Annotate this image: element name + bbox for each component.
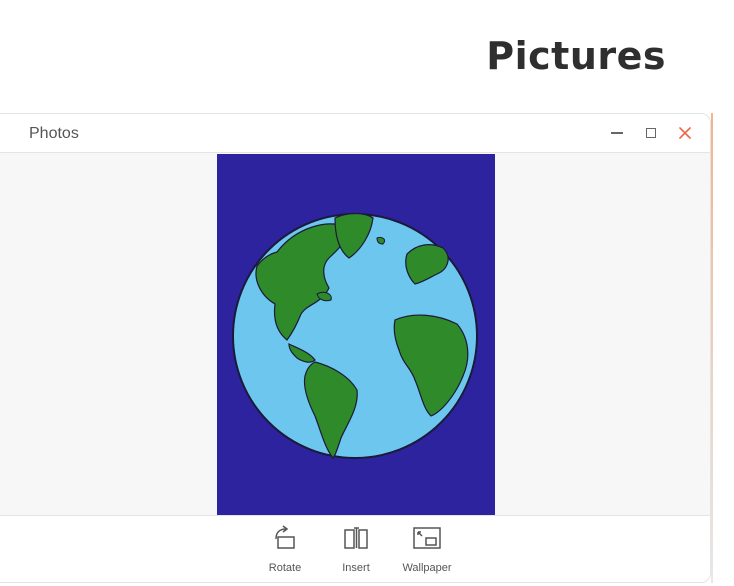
- photo-viewer: [0, 153, 710, 515]
- title-bar: Photos: [0, 114, 710, 153]
- insert-icon: [344, 527, 368, 549]
- maximize-icon: [646, 128, 656, 138]
- rotate-icon: [275, 525, 295, 549]
- maximize-button[interactable]: [640, 122, 662, 144]
- wallpaper-button[interactable]: Wallpaper: [392, 524, 462, 574]
- wallpaper-icon: [413, 527, 441, 549]
- photos-window: Photos Rotate Insert Wallpaper: [0, 113, 711, 583]
- window-edge-accent: [711, 113, 713, 583]
- wallpaper-label: Wallpaper: [402, 562, 452, 574]
- close-icon: [679, 127, 691, 139]
- minimize-icon: [611, 132, 623, 134]
- insert-button[interactable]: Insert: [321, 524, 391, 574]
- earth-drawing-image: [217, 154, 495, 515]
- window-title: Photos: [29, 125, 79, 142]
- bottom-toolbar: Rotate Insert Wallpaper: [0, 515, 710, 582]
- rotate-label: Rotate: [268, 562, 302, 574]
- minimize-button[interactable]: [606, 122, 628, 144]
- rotate-button[interactable]: Rotate: [250, 524, 320, 574]
- close-button[interactable]: [674, 122, 696, 144]
- insert-label: Insert: [342, 562, 370, 574]
- page-heading: Pictures: [486, 34, 666, 78]
